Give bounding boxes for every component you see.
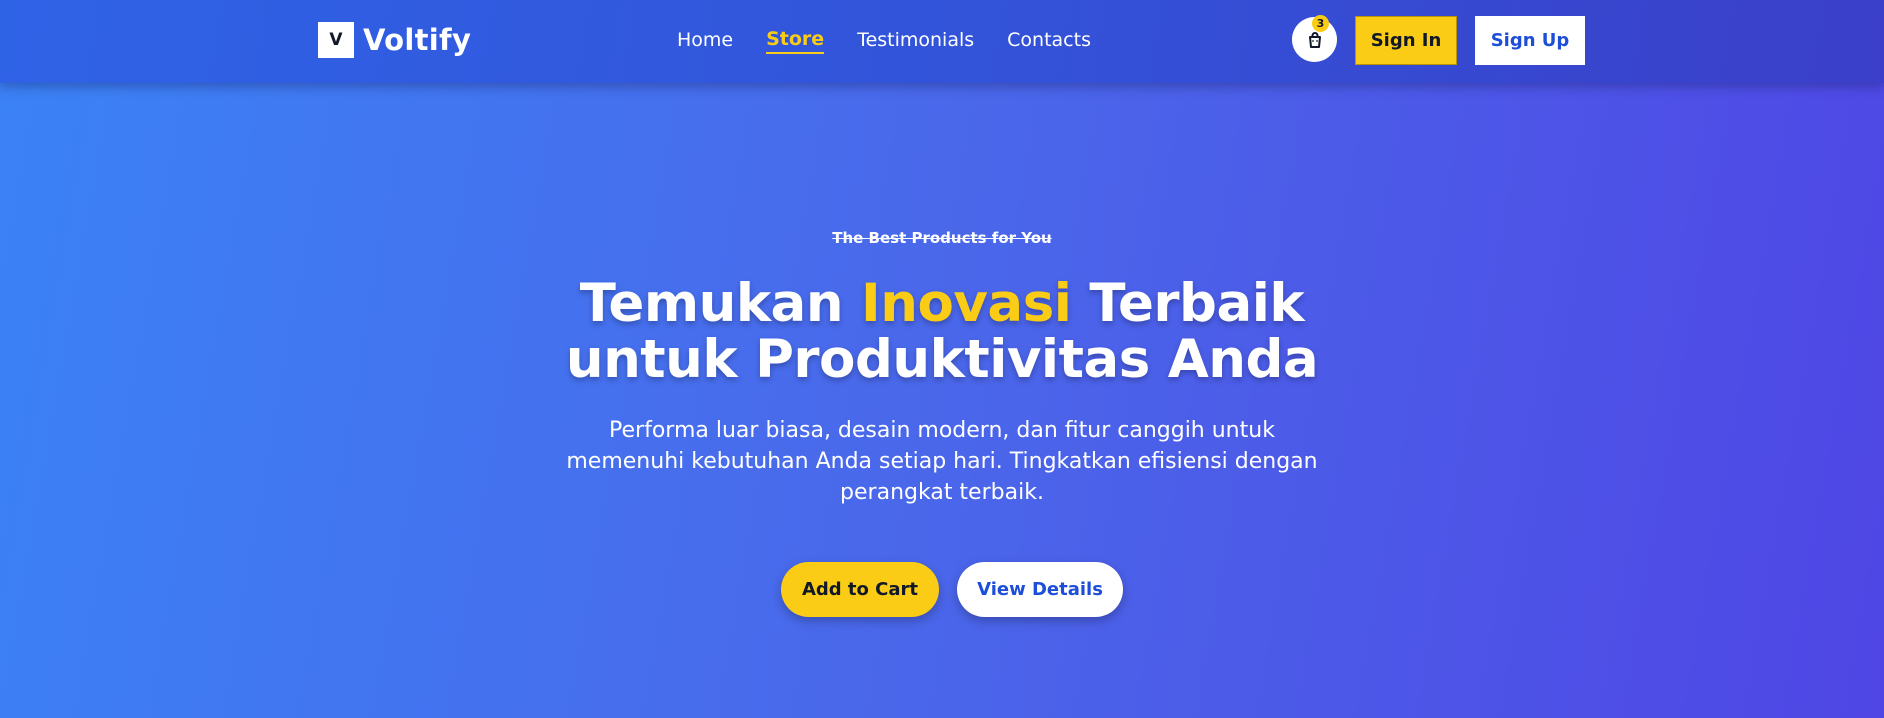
- hero-headline: Temukan Inovasi Terbaik untuk Produktivi…: [0, 276, 1884, 388]
- headline-highlight: Inovasi: [861, 273, 1072, 334]
- headline-text-post: Terbaik: [1089, 273, 1305, 334]
- hero-eyebrow: The Best Products for You: [832, 229, 1052, 247]
- hero-description: Performa luar biasa, desain modern, dan …: [566, 418, 1318, 505]
- hero-section: The Best Products for You Temukan Inovas…: [0, 0, 1884, 718]
- view-details-button[interactable]: View Details: [957, 562, 1123, 617]
- headline-text-pre: Temukan: [579, 273, 844, 334]
- headline-line-2: untuk Produktivitas Anda: [565, 329, 1319, 390]
- add-to-cart-button[interactable]: Add to Cart: [781, 562, 939, 617]
